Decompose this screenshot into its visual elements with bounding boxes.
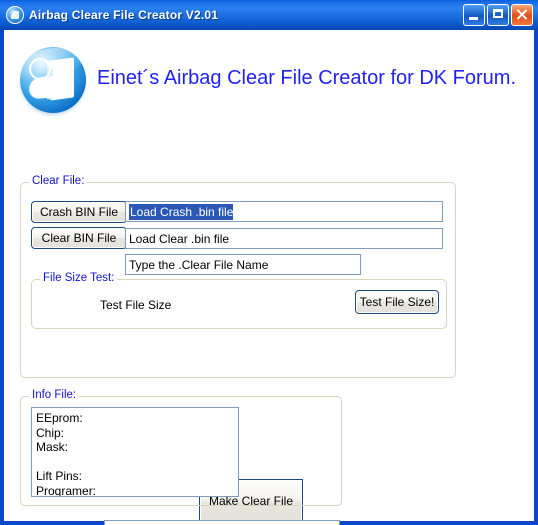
window-title: Airbag Cleare File Creator V2.01 — [29, 8, 219, 22]
clear-bin-path-value: Load Clear .bin file — [129, 231, 230, 246]
file-size-test-group: File Size Test: Test File Size Test File… — [31, 272, 447, 329]
info-file-group-caption: Info File: — [29, 389, 80, 401]
info-file-group: Info File: EEprom: Chip: Mask: Lift Pins… — [20, 389, 342, 506]
crash-bin-file-button[interactable]: Crash BIN File — [31, 201, 127, 223]
test-file-size-label: Test File Size — [100, 298, 172, 312]
clear-file-name-input[interactable]: Type the .Clear File Name — [125, 254, 361, 275]
hardware-id-input[interactable]: 92A4-CD2D-E31A-D02E-547F-A5ED — [104, 520, 340, 525]
test-file-size-button[interactable]: Test File Size! — [355, 290, 439, 314]
minimize-button[interactable] — [463, 4, 485, 26]
crash-bin-path-value: Load Crash .bin file — [129, 203, 234, 220]
clear-file-name-value: Type the .Clear File Name — [129, 257, 269, 272]
maximize-button[interactable] — [487, 4, 509, 26]
application-window: Airbag Cleare File Creator V2.01 Einet´s… — [0, 0, 538, 525]
clear-bin-file-button[interactable]: Clear BIN File — [31, 227, 127, 249]
clear-file-group-caption: Clear File: — [29, 175, 88, 187]
info-file-textarea[interactable]: EEprom: Chip: Mask: Lift Pins: Programer… — [31, 407, 239, 497]
close-button[interactable] — [511, 4, 533, 26]
clear-bin-path-input[interactable]: Load Clear .bin file — [125, 228, 443, 249]
crash-bin-path-input[interactable]: Load Crash .bin file — [125, 201, 443, 222]
clear-file-group: Clear File: Crash BIN File Clear BIN Fil… — [20, 175, 456, 523]
client-area: Einet´s Airbag Clear File Creator for DK… — [4, 30, 534, 525]
file-size-test-group-caption: File Size Test: — [40, 272, 118, 284]
app-airbag-icon — [6, 6, 24, 24]
title-bar: Airbag Cleare File Creator V2.01 — [0, 0, 538, 30]
page-title: Einet´s Airbag Clear File Creator for DK… — [97, 67, 517, 89]
airbag-logo-icon — [20, 47, 86, 113]
